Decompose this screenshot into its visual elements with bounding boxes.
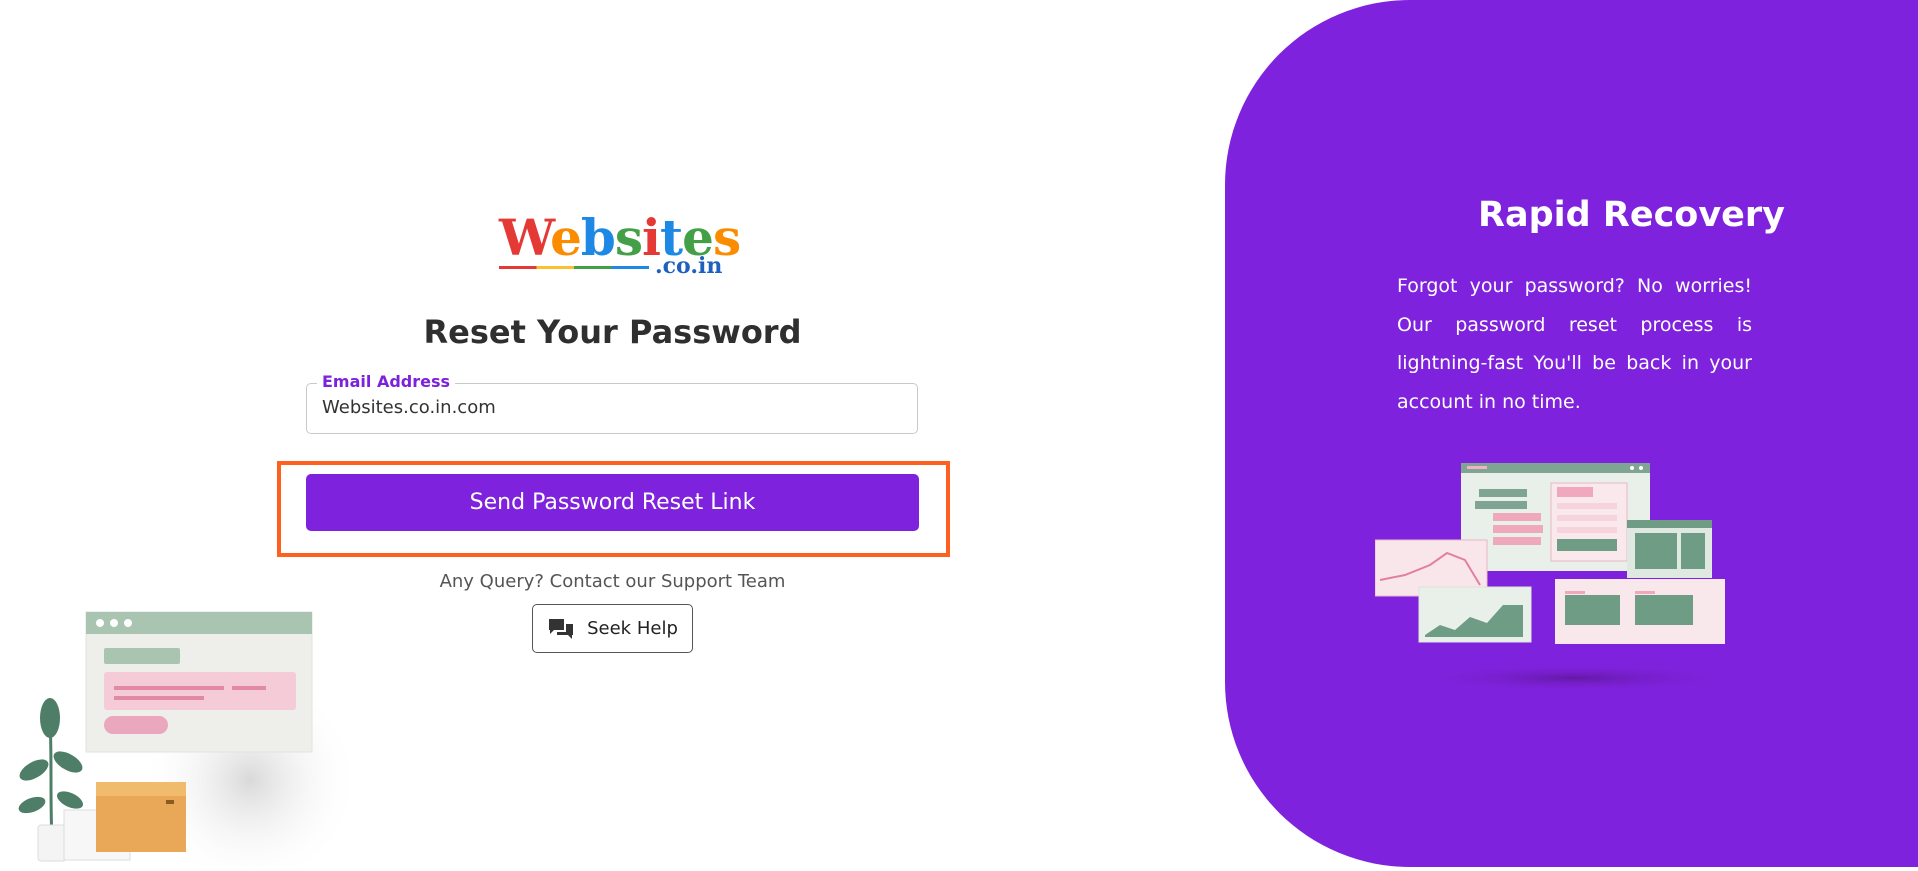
logo-letter: s xyxy=(614,208,643,267)
seek-help-label: Seek Help xyxy=(587,618,678,639)
websites-logo[interactable]: Websites .co.in xyxy=(495,205,741,285)
chat-bubbles-icon xyxy=(547,617,575,641)
info-panel: Rapid Recovery Forgot your password? No … xyxy=(1225,0,1918,867)
email-label: Email Address xyxy=(317,372,456,391)
dashboard-illustration xyxy=(1374,455,1755,695)
seek-help-button[interactable]: Seek Help xyxy=(532,604,693,653)
logo-suffix: .co.in xyxy=(655,253,723,279)
reset-form-area: Websites .co.in Reset Your Password Emai… xyxy=(0,0,1225,871)
panel-title: Rapid Recovery xyxy=(1478,195,1785,235)
desk-illustration xyxy=(0,600,360,871)
send-reset-link-button[interactable]: Send Password Reset Link xyxy=(306,474,919,531)
email-input[interactable] xyxy=(320,396,904,419)
logo-letter: e xyxy=(550,208,582,267)
support-text: Any Query? Contact our Support Team xyxy=(439,571,786,592)
panel-description: Forgot your password? No worries! Our pa… xyxy=(1397,275,1752,413)
page-title: Reset Your Password xyxy=(423,313,802,351)
logo-underline xyxy=(499,266,649,269)
logo-letter: W xyxy=(499,208,551,267)
email-field[interactable]: Email Address xyxy=(306,372,918,434)
logo-letter: b xyxy=(580,208,616,267)
